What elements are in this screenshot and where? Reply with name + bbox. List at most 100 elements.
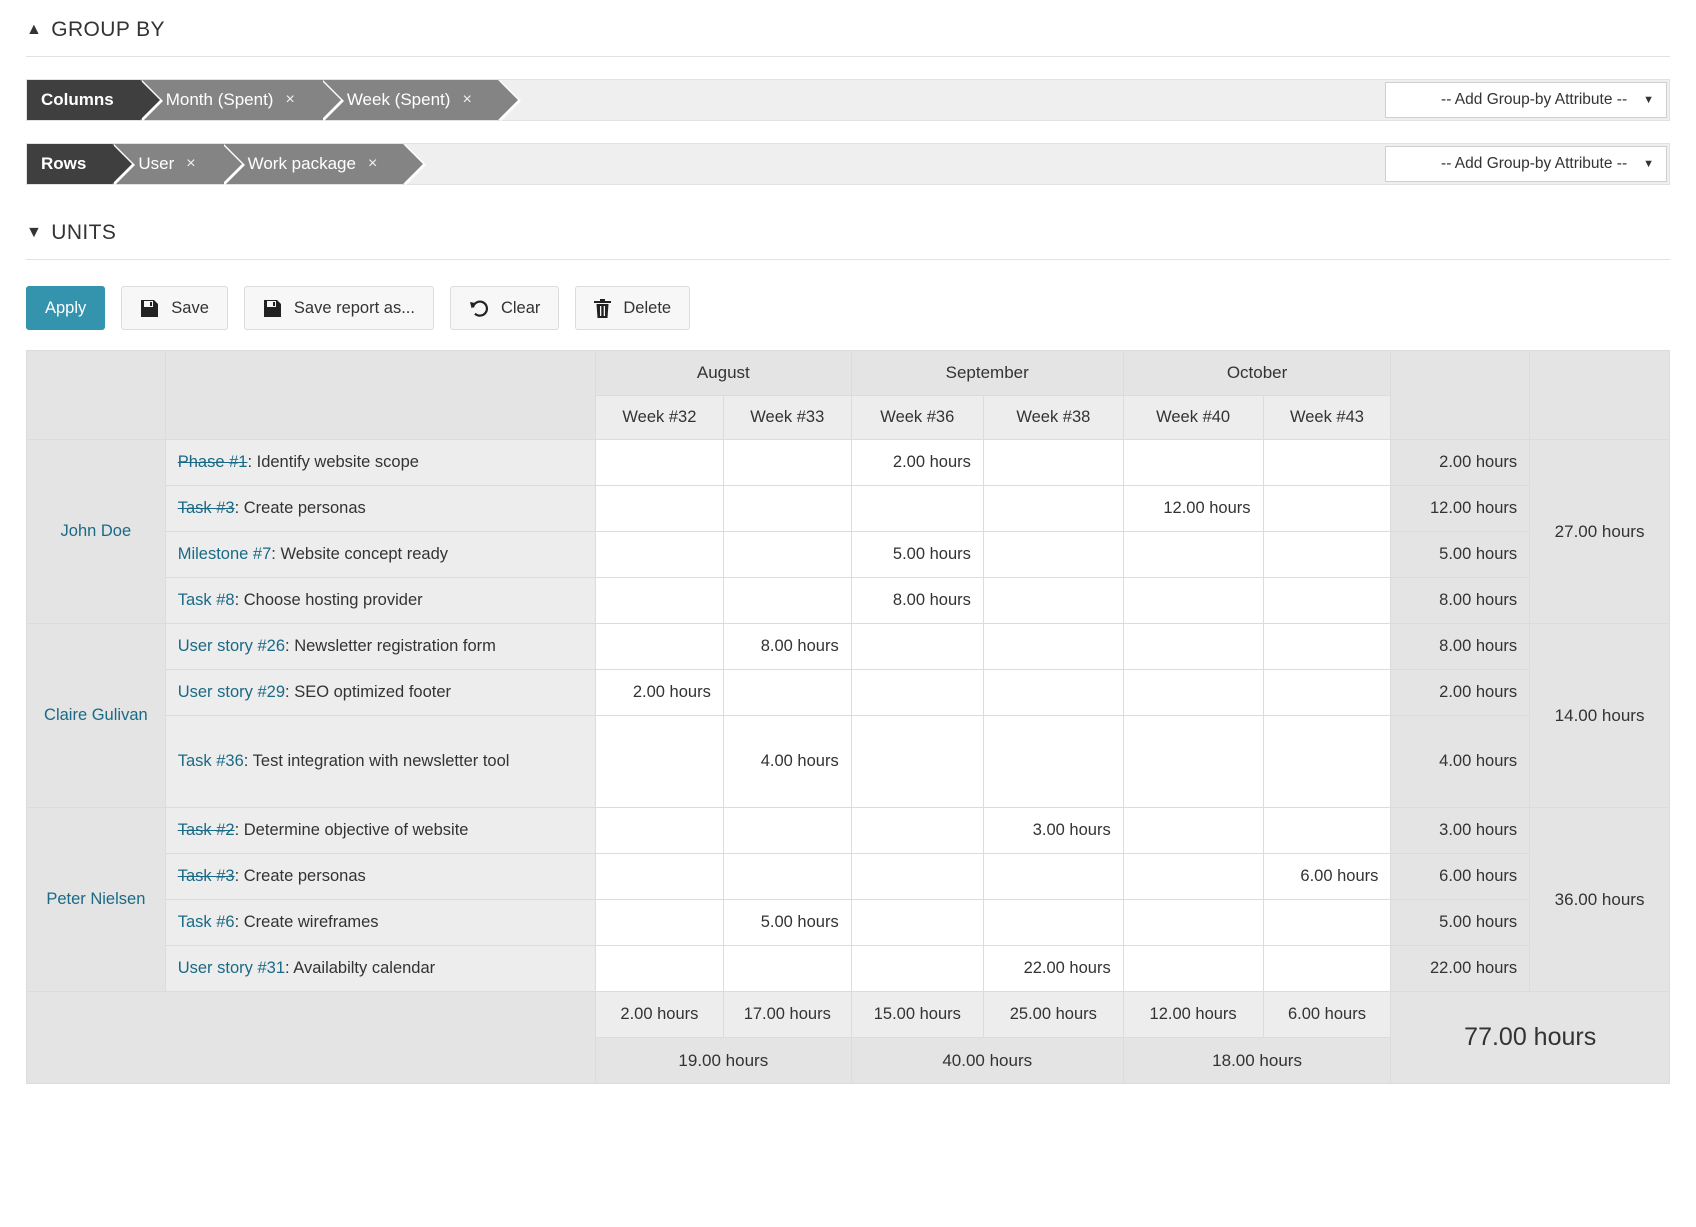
apply-button[interactable]: Apply (26, 286, 105, 330)
chevron-down-icon[interactable]: ▼ (1643, 94, 1654, 106)
work-package-link[interactable]: Milestone #7 (178, 545, 272, 563)
chevron-up-icon[interactable]: ▲ (26, 22, 42, 38)
chip-separator (500, 80, 521, 122)
work-package-link[interactable]: Task #36 (178, 752, 244, 770)
rows-label-chip: Rows (27, 144, 112, 184)
footer-corner (27, 992, 596, 1084)
separator-colon: : (235, 591, 244, 609)
remove-icon[interactable]: × (285, 92, 294, 108)
work-package-link[interactable]: Task #2 (178, 821, 235, 839)
work-package-link[interactable]: User story #29 (178, 683, 285, 701)
work-package-cell: Task #36: Test integration with newslett… (165, 716, 595, 808)
hours-cell[interactable]: 5.00 hours (723, 900, 851, 946)
hours-cell (983, 486, 1123, 532)
hours-cell (1123, 900, 1263, 946)
columns-attribute-month[interactable]: Month (Spent) × (140, 80, 321, 120)
hours-cell[interactable]: 4.00 hours (723, 716, 851, 808)
table-row: Task #36: Test integration with newslett… (27, 716, 1670, 808)
delete-button[interactable]: Delete (575, 286, 690, 330)
table-row: Milestone #7: Website concept ready 5.00 … (27, 532, 1670, 578)
hours-cell (1123, 670, 1263, 716)
hours-cell[interactable]: 8.00 hours (851, 578, 983, 624)
columns-drop-area[interactable] (498, 80, 1385, 120)
hours-cell (983, 716, 1123, 808)
hours-cell (723, 532, 851, 578)
hours-cell (983, 670, 1123, 716)
row-total-cell: 4.00 hours (1391, 716, 1530, 808)
table-row: Claire GulivanUser story #26: Newsletter… (27, 624, 1670, 670)
hours-cell (723, 578, 851, 624)
remove-icon[interactable]: × (462, 92, 471, 108)
week-total-5: 6.00 hours (1263, 992, 1391, 1038)
rows-drop-area[interactable] (403, 144, 1385, 184)
chip-separator (323, 80, 344, 122)
floppy-disk-icon (140, 299, 159, 318)
save-button[interactable]: Save (121, 286, 228, 330)
week-total-2: 15.00 hours (851, 992, 983, 1038)
floppy-disk-icon (263, 299, 282, 318)
user-cell[interactable]: John Doe (27, 440, 166, 624)
work-package-subject: Determine objective of website (244, 821, 469, 839)
week-totals-row: 2.00 hours 17.00 hours 15.00 hours 25.00… (27, 992, 1670, 1038)
hours-cell[interactable]: 2.00 hours (595, 670, 723, 716)
hours-cell[interactable]: 6.00 hours (1263, 854, 1391, 900)
chevron-down-icon[interactable]: ▼ (1643, 158, 1654, 170)
chip-separator (142, 80, 163, 122)
work-package-cell: Milestone #7: Website concept ready (165, 532, 595, 578)
hours-cell[interactable]: 8.00 hours (723, 624, 851, 670)
row-total-cell: 8.00 hours (1391, 624, 1530, 670)
hours-cell[interactable]: 12.00 hours (1123, 486, 1263, 532)
remove-icon[interactable]: × (186, 156, 195, 172)
add-group-by-attribute-columns-select[interactable]: -- Add Group-by Attribute -- ▼ (1385, 82, 1667, 118)
hours-cell (851, 670, 983, 716)
hours-cell (723, 440, 851, 486)
work-package-cell: User story #31: Availabilty calendar (165, 946, 595, 992)
hours-cell[interactable]: 2.00 hours (851, 440, 983, 486)
chevron-down-icon[interactable]: ▼ (26, 225, 42, 241)
report-table-head: August September October Week #32 Week #… (27, 351, 1670, 440)
week-total-4: 12.00 hours (1123, 992, 1263, 1038)
rows-attribute-work-package[interactable]: Work package × (222, 144, 404, 184)
separator-colon: : (235, 821, 244, 839)
hours-cell (983, 900, 1123, 946)
header-corner-work-package (165, 351, 595, 440)
user-cell[interactable]: Claire Gulivan (27, 624, 166, 808)
hours-cell (851, 854, 983, 900)
add-group-by-attribute-rows-select[interactable]: -- Add Group-by Attribute -- ▼ (1385, 146, 1667, 182)
columns-attribute-week[interactable]: Week (Spent) × (321, 80, 498, 120)
row-total-cell: 22.00 hours (1391, 946, 1530, 992)
units-section-header[interactable]: ▼ UNITS (26, 185, 1670, 260)
week-header-1: Week #33 (723, 396, 851, 440)
cost-report-table: August September October Week #32 Week #… (26, 350, 1670, 1084)
header-corner-row-total (1391, 351, 1530, 440)
work-package-link[interactable]: Task #6 (178, 913, 235, 931)
week-total-1: 17.00 hours (723, 992, 851, 1038)
hours-cell (1263, 716, 1391, 808)
work-package-link[interactable]: User story #26 (178, 637, 285, 655)
work-package-link[interactable]: Phase #1 (178, 453, 248, 471)
hours-cell[interactable]: 3.00 hours (983, 808, 1123, 854)
save-button-label: Save (171, 299, 209, 318)
work-package-subject: Create wireframes (244, 913, 379, 931)
work-package-subject: Choose hosting provider (244, 591, 423, 609)
hours-cell (983, 854, 1123, 900)
work-package-link[interactable]: Task #8 (178, 591, 235, 609)
work-package-link[interactable]: User story #31 (178, 959, 285, 977)
hours-cell (595, 532, 723, 578)
remove-icon[interactable]: × (368, 156, 377, 172)
rows-attribute-user-label: User (138, 154, 174, 174)
header-corner-user (27, 351, 166, 440)
group-by-section-header[interactable]: ▲ GROUP BY (26, 0, 1670, 57)
hours-cell (983, 578, 1123, 624)
hours-cell[interactable]: 5.00 hours (851, 532, 983, 578)
save-report-as-button[interactable]: Save report as... (244, 286, 434, 330)
user-cell[interactable]: Peter Nielsen (27, 808, 166, 992)
table-row: Task #3: Create personas12.00 hours12.00… (27, 486, 1670, 532)
work-package-link[interactable]: Task #3 (178, 499, 235, 517)
hours-cell[interactable]: 22.00 hours (983, 946, 1123, 992)
clear-button[interactable]: Clear (450, 286, 559, 330)
week-header-2: Week #36 (851, 396, 983, 440)
work-package-link[interactable]: Task #3 (178, 867, 235, 885)
separator-colon: : (285, 683, 294, 701)
columns-attribute-week-label: Week (Spent) (347, 90, 451, 110)
